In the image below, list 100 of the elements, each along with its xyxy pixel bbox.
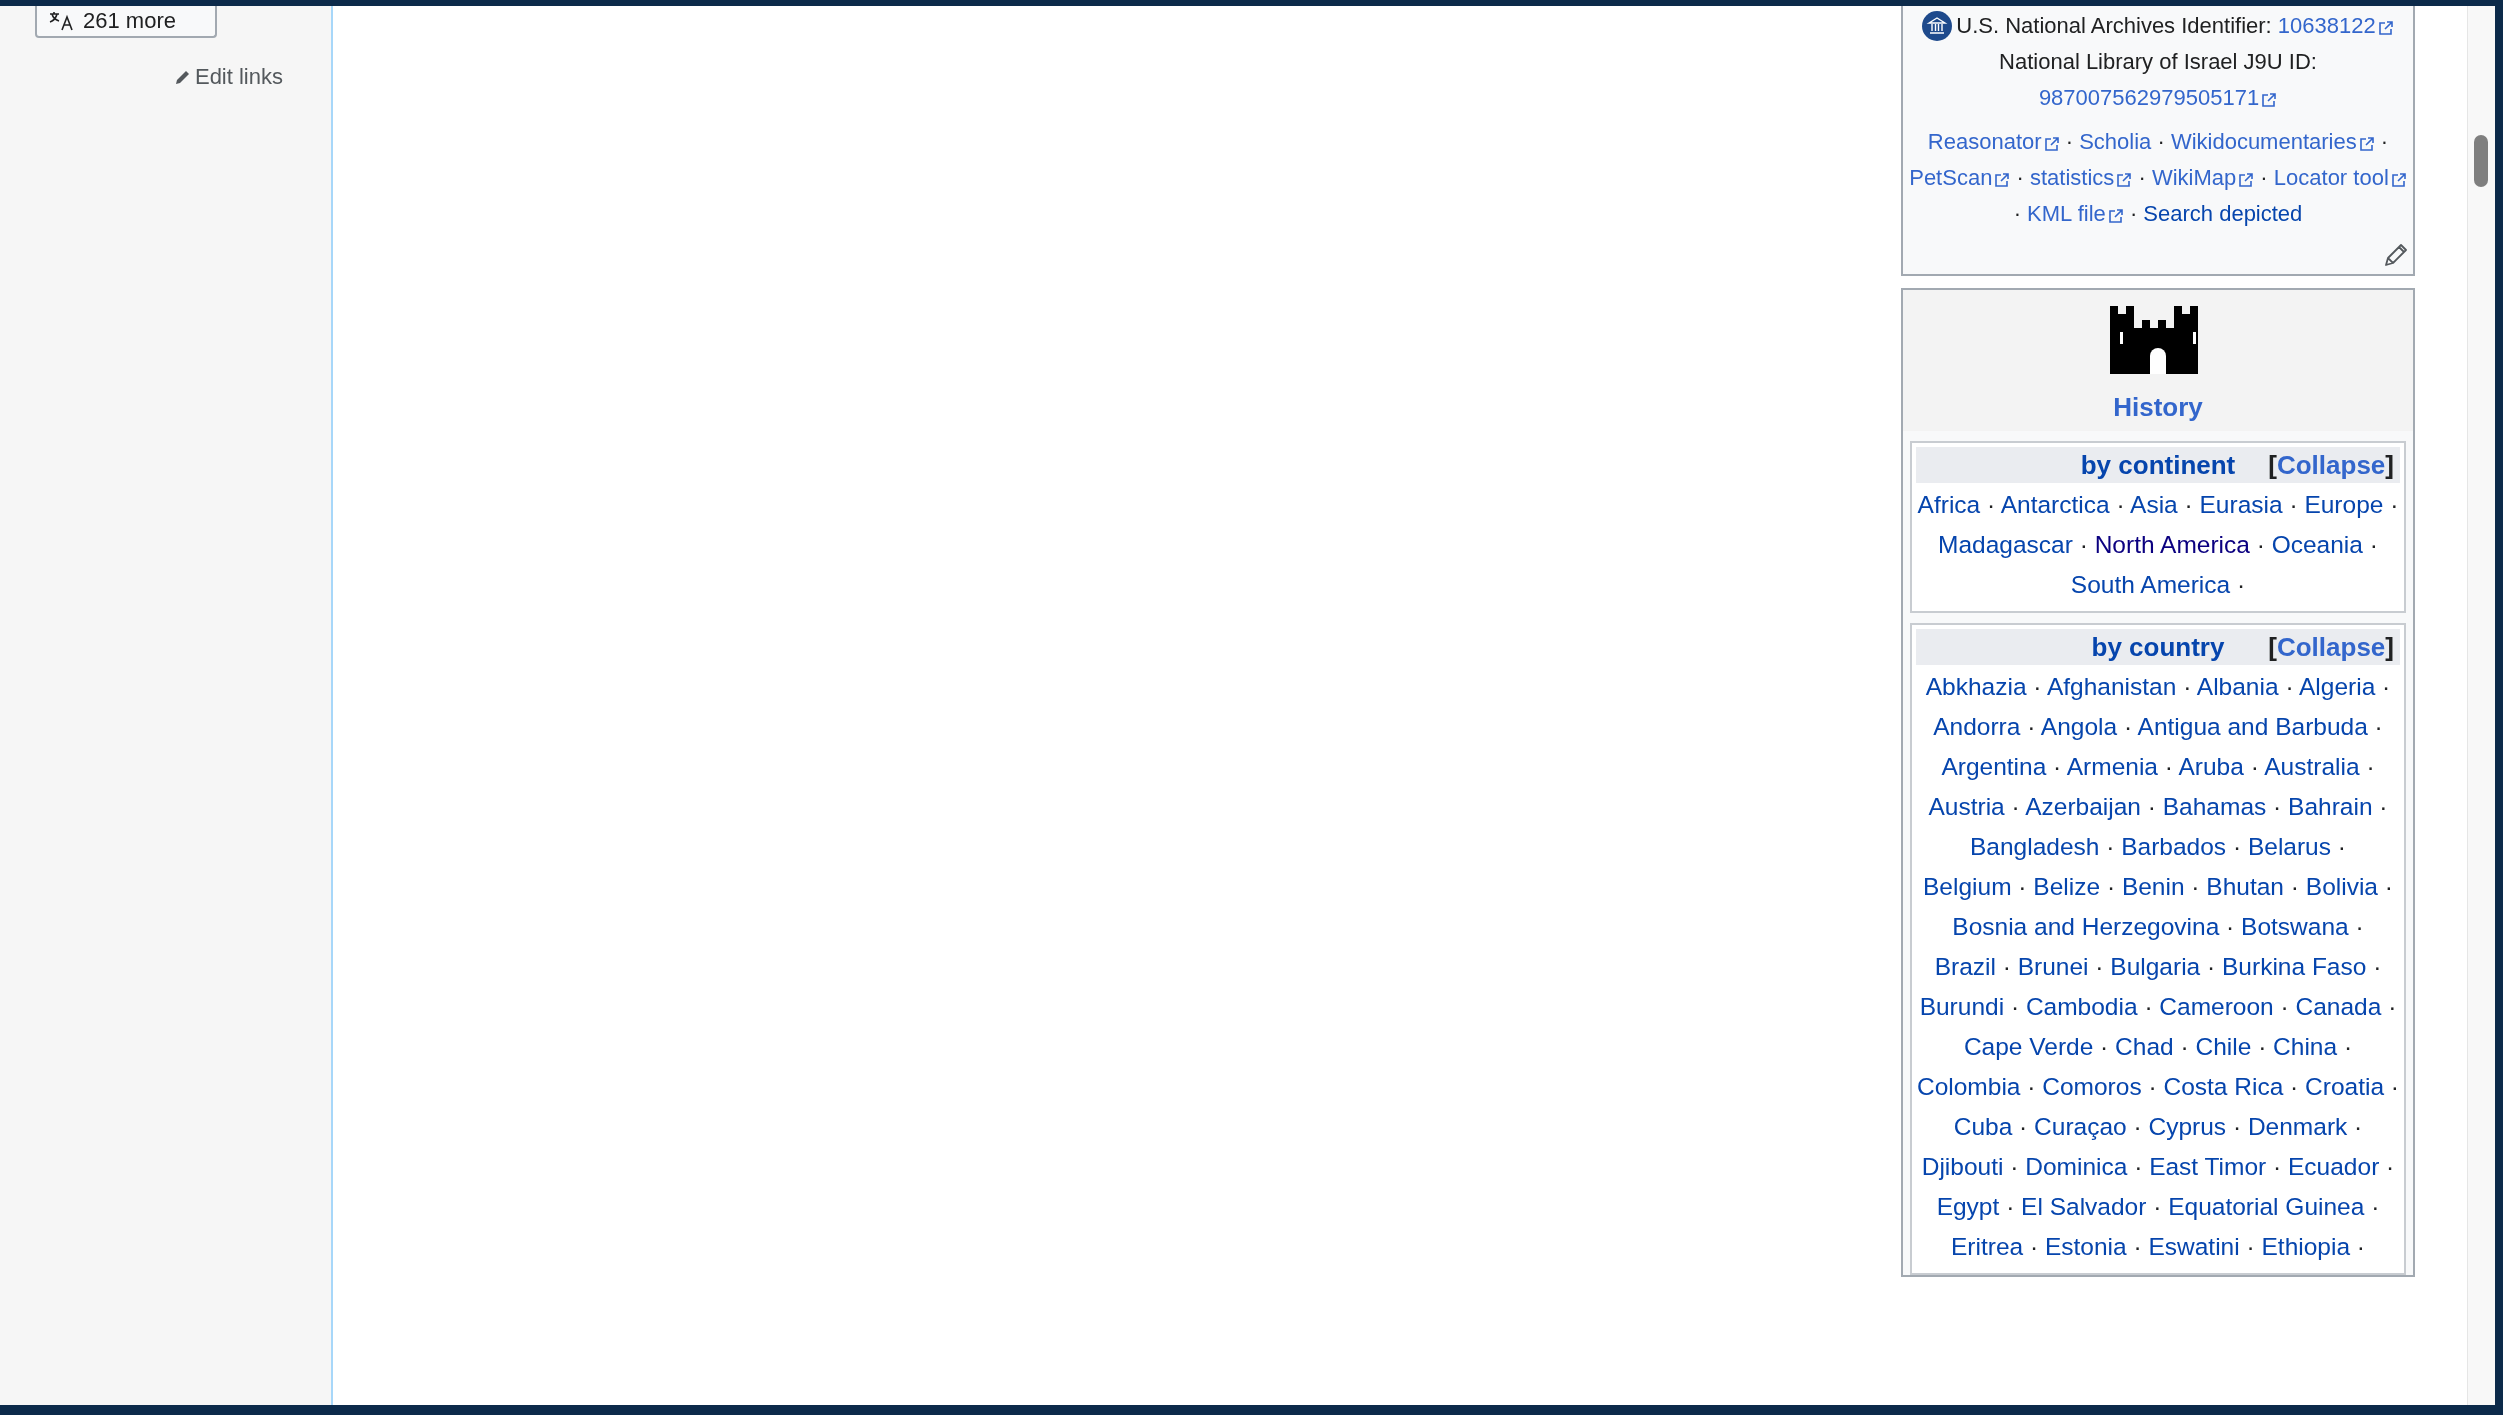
navbox-link[interactable]: South America [2070,571,2231,598]
navbox-link[interactable]: Asia [2130,491,2178,518]
separator-dot: · [2183,673,2192,700]
navbox-link[interactable]: Dominica [2025,1153,2128,1180]
navbox-link[interactable]: Madagascar [1938,531,2073,558]
navbox-link[interactable]: Brazil [1934,953,1996,980]
separator-dot: · [1987,491,1996,518]
navbox-link[interactable]: Chad [2115,1033,2174,1060]
navbox-link[interactable]: Oceania [2271,531,2363,558]
navbox-link[interactable]: Bhutan [2206,873,2284,900]
navbox-link[interactable]: Curaçao [2034,1113,2127,1140]
navbox-link[interactable]: Azerbaijan [2025,793,2141,820]
separator-dot: · [2354,1113,2363,1140]
navbox-link[interactable]: Cuba [1953,1113,2013,1140]
tool-link[interactable]: Reasonator [1927,129,2060,154]
navbox-link[interactable]: Eritrea [1950,1233,2024,1260]
navbox-link[interactable]: Bangladesh [1970,833,2100,860]
edit-links-link[interactable]: Edit links [174,60,283,93]
separator-dot: · [2237,571,2246,598]
navbox-link[interactable]: China [2273,1033,2338,1060]
navbox-link[interactable]: Belize [2033,873,2101,900]
navbox-link[interactable]: Ecuador [2288,1153,2380,1180]
navbox-link[interactable]: Brunei [2017,953,2089,980]
history-link[interactable]: History [2113,392,2203,422]
navbox-link[interactable]: Egypt [1936,1193,2000,1220]
navbox-link[interactable]: Austria [1928,793,2005,820]
navbox-link[interactable]: Bahrain [2288,793,2373,820]
separator-dot: · [2184,491,2193,518]
bracket: [ [2268,449,2277,480]
scrollbar-thumb[interactable] [2474,135,2488,187]
navbox-link[interactable]: North America [2094,531,2250,558]
separator-dot: · [2386,1153,2395,1180]
scrollbar[interactable] [2467,6,2495,1405]
navbox-link[interactable]: Ethiopia [2261,1233,2351,1260]
navbox-link[interactable]: Bosnia and Herzegovina [1952,913,2220,940]
navbox-link[interactable]: Eurasia [2199,491,2283,518]
separator-dot: · [2382,673,2391,700]
navbox-link[interactable]: Albania [2196,673,2279,700]
navbox-link[interactable]: Australia [2264,753,2360,780]
identifier-link[interactable]: 987007562979505171 [2038,85,2278,110]
separator-dot: · [2116,491,2125,518]
navbox-link[interactable]: Andorra [1933,713,2021,740]
navbox-link[interactable]: Denmark [2247,1113,2348,1140]
navbox-link[interactable]: El Salvador [2021,1193,2147,1220]
navbox-link[interactable]: Algeria [2299,673,2376,700]
navbox-link[interactable]: Aruba [2178,753,2244,780]
navbox-link[interactable]: Armenia [2066,753,2158,780]
tool-link[interactable]: statistics [2029,165,2133,190]
navbox-link[interactable]: Abkhazia [1925,673,2027,700]
navbox-link[interactable]: East Timor [2149,1153,2267,1180]
navbox-link[interactable]: Barbados [2121,833,2227,860]
navbox-link[interactable]: Belarus [2247,833,2331,860]
collapse-link[interactable]: Collapse [2276,449,2386,480]
tool-link[interactable]: WikiMap [2151,165,2255,190]
tool-link[interactable]: Search depicted [2143,201,2303,226]
pencil-icon[interactable] [2383,242,2409,268]
navbox-link[interactable]: Cape Verde [1963,1033,2094,1060]
navbox-link[interactable]: Bahamas [2162,793,2267,820]
collapse-link[interactable]: Collapse [2276,631,2386,662]
navbox-link[interactable]: Africa [1917,491,1981,518]
navbox-link[interactable]: Antarctica [2000,491,2110,518]
identifier-link[interactable]: 10638122 [2277,13,2394,38]
navbox-link[interactable]: Cameroon [2159,993,2274,1020]
tool-link[interactable]: PetScan [1909,165,2011,190]
external-link-icon [2043,136,2060,153]
navbox-link[interactable]: Cambodia [2025,993,2138,1020]
navbox-link[interactable]: Equatorial Guinea [2168,1193,2365,1220]
navbox-link[interactable]: Eswatini [2148,1233,2240,1260]
navbox-link[interactable]: Bolivia [2305,873,2378,900]
tool-link[interactable]: Scholia [2079,129,2152,154]
navbox-link[interactable]: Comoros [2042,1073,2142,1100]
external-link-icon [2261,92,2278,109]
navbox-link[interactable]: Belgium [1923,873,2012,900]
navbox-link[interactable]: Bulgaria [2110,953,2201,980]
navbox-link[interactable]: Croatia [2305,1073,2385,1100]
navbox-link[interactable]: Colombia [1916,1073,2021,1100]
external-link-icon [2390,172,2407,189]
navbox-link[interactable]: Costa Rica [2163,1073,2284,1100]
separator-dot: · [2337,833,2346,860]
navbox-link[interactable]: Canada [2295,993,2382,1020]
navbox-link[interactable]: Europe [2304,491,2384,518]
navbox-link[interactable]: Estonia [2044,1233,2127,1260]
tool-link[interactable]: Wikidocumentaries [2170,129,2375,154]
navbox-link[interactable]: Burundi [1919,993,2005,1020]
navbox-link[interactable]: Angola [2040,713,2118,740]
separator-dot: · [2027,1073,2036,1100]
navbox-link[interactable]: Afghanistan [2046,673,2177,700]
navbox-link[interactable]: Djibouti [1921,1153,2004,1180]
navbox-link[interactable]: Antigua and Barbuda [2137,713,2368,740]
separator-dot: · [2366,753,2375,780]
tool-link[interactable]: KML file [2027,201,2124,226]
navbox-link[interactable]: Argentina [1941,753,2047,780]
navbox-link[interactable]: Burkina Faso [2222,953,2367,980]
navbox-link[interactable]: Benin [2121,873,2185,900]
navbox-link[interactable]: Cyprus [2148,1113,2227,1140]
languages-button[interactable]: 261 more [35,6,217,38]
separator-dot: · [2018,873,2027,900]
tool-link[interactable]: Locator tool [2273,165,2407,190]
navbox-link[interactable]: Botswana [2241,913,2349,940]
navbox-link[interactable]: Chile [2195,1033,2252,1060]
